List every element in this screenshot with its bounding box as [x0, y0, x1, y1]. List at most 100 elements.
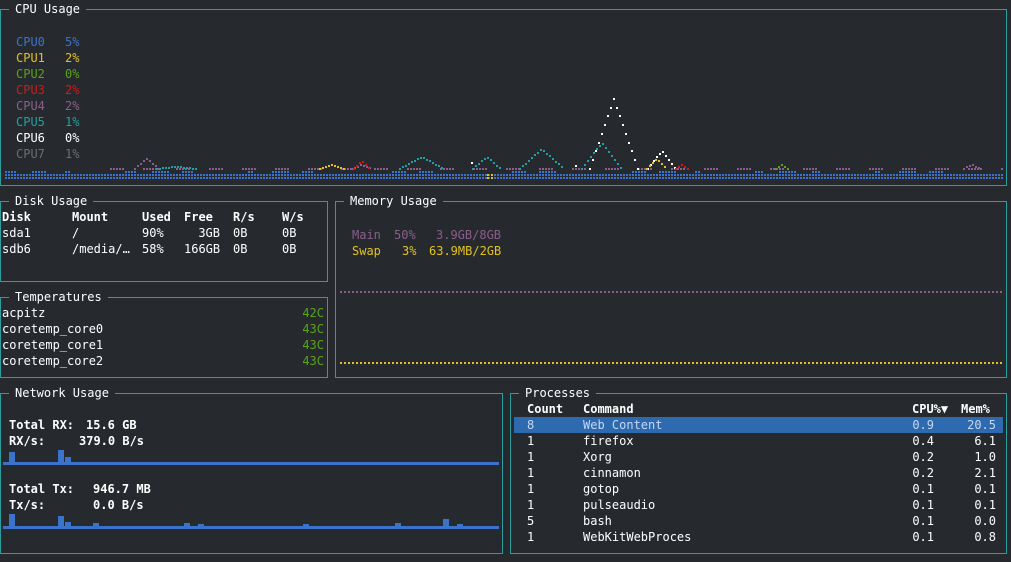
cpu-graph-dot [5, 171, 7, 173]
cpu-graph-dot [32, 174, 34, 176]
cpu-graph-dot [161, 177, 163, 179]
cpu-graph-dot [156, 168, 158, 170]
cpu-graph-dot [836, 174, 838, 176]
cpu-graph-dot [423, 157, 425, 159]
cpu-graph-dot [155, 174, 157, 176]
cpu-graph-dot [653, 177, 655, 179]
process-row[interactable]: 8 Web Content 0.9 20.5 [514, 417, 1003, 433]
process-row[interactable]: 1 Xorg 0.2 1.0 [514, 449, 1003, 465]
cpu-graph-dot [596, 148, 598, 150]
cpu-graph-dot [932, 171, 934, 173]
cpu-graph-dot [593, 174, 595, 176]
cpu-graph-dot [764, 177, 766, 179]
process-header-count[interactable]: Count [527, 401, 563, 417]
cpu-graph-dot [299, 174, 301, 176]
cpu-graph-dot [374, 174, 376, 176]
cpu-graph-dot [260, 177, 262, 179]
cpu-graph-dot [383, 177, 385, 179]
cpu-graph-dot [479, 168, 481, 170]
cpu-graph-dot [661, 163, 663, 165]
cpu-graph-dot [305, 171, 307, 173]
cpu-graph-dot [725, 177, 727, 179]
cpu-graph-dot [278, 168, 280, 170]
cpu-graph-dot [668, 177, 670, 179]
network-rx-spike [58, 450, 64, 464]
cpu-graph-dot [331, 164, 333, 166]
cpu-graph-dot [806, 177, 808, 179]
cpu-graph-dot [625, 133, 627, 135]
process-cpu: 0.1 [912, 530, 934, 544]
cpu-graph-dot [377, 174, 379, 176]
cpu-graph-dot [770, 168, 772, 170]
cpu-graph-dot [761, 171, 763, 173]
cpu-graph-dot [854, 177, 856, 179]
cpu-graph-dot [59, 177, 61, 179]
process-row[interactable]: 1 cinnamon 0.2 2.1 [514, 465, 1003, 481]
cpu-graph-dot [935, 174, 937, 176]
cpu-graph-dot [245, 174, 247, 176]
cpu-graph-dot [824, 177, 826, 179]
process-row[interactable]: 1 firefox 0.4 6.1 [514, 433, 1003, 449]
cpu-graph-dot [655, 159, 657, 161]
cpu-graph-dot [611, 177, 613, 179]
cpu-graph-dot [998, 177, 1000, 179]
cpu-graph-dot [110, 168, 112, 170]
process-header-command[interactable]: Command [583, 401, 634, 417]
cpu-graph-dot [176, 174, 178, 176]
cpu-graph-dot [281, 168, 283, 170]
cpu-graph-dot [620, 174, 622, 176]
cpu-graph-dot [975, 166, 977, 168]
cpu-graph-dot [959, 177, 961, 179]
network-tx-spike [93, 523, 99, 528]
cpu-graph-dot [230, 177, 232, 179]
cpu-graph-dot [407, 174, 409, 176]
cpu-graph-dot [134, 171, 136, 173]
cpu-graph-dot [914, 174, 916, 176]
cpu-graph-dot [983, 174, 985, 176]
cpu-graph-dot [293, 177, 295, 179]
cpu-graph-dot [680, 177, 682, 179]
cpu-graph-dot [398, 171, 400, 173]
process-row[interactable]: 5 bash 0.1 0.0 [514, 513, 1003, 529]
cpu-graph-dot [545, 168, 547, 170]
cpu-graph-dot [482, 168, 484, 170]
network-usage-panel: Network Usage Total RX: 15.6 GB RX/s: 37… [0, 385, 503, 554]
cpu-graph-dot [380, 168, 382, 170]
cpu-graph-dot [572, 174, 574, 176]
cpu-graph-dot [104, 174, 106, 176]
cpu-graph-dot [658, 160, 660, 162]
cpu-graph-dot [638, 171, 640, 173]
temp-sensor-value: 43C [302, 322, 324, 336]
cpu-graph-dot [203, 177, 205, 179]
process-command: gotop [583, 482, 620, 496]
cpu-graph-dot [710, 168, 712, 170]
cpu-graph-dot [629, 174, 631, 176]
cpu-graph-dot [842, 177, 844, 179]
process-header-cpu[interactable]: CPU%▼ [912, 401, 948, 417]
cpu-graph-dot [332, 174, 334, 176]
temp-sensor-name: coretemp_core1 [2, 338, 104, 352]
cpu-graph-dot [683, 174, 685, 176]
cpu-graph-dot [683, 177, 685, 179]
cpu-graph-dot [641, 177, 643, 179]
cpu-graph-dot [215, 177, 217, 179]
cpu-graph-dot [929, 177, 931, 179]
cpu-graph-dot [527, 177, 529, 179]
cpu-graph-dot [437, 177, 439, 179]
cpu-graph-dot [395, 171, 397, 173]
network-tx-spike [198, 524, 204, 528]
cpu-graph-dot [758, 174, 760, 176]
process-row[interactable]: 1 gotop 0.1 0.1 [514, 481, 1003, 497]
process-row[interactable]: 1 WebKitWebProces 0.1 0.8 [514, 529, 1003, 545]
process-count: 5 [527, 514, 535, 528]
cpu-graph-dot [347, 174, 349, 176]
cpu-graph-dot [140, 174, 142, 176]
process-header-mem[interactable]: Mem% [961, 401, 990, 417]
cpu-graph-dot [875, 168, 877, 170]
process-row[interactable]: 1 pulseaudio 0.1 0.1 [514, 497, 1003, 513]
cpu-graph-dot [608, 151, 610, 153]
cpu-graph-dot [206, 177, 208, 179]
cpu-graph-dot [546, 153, 548, 155]
cpu-graph-dot [380, 177, 382, 179]
cpu-graph-dot [359, 174, 361, 176]
